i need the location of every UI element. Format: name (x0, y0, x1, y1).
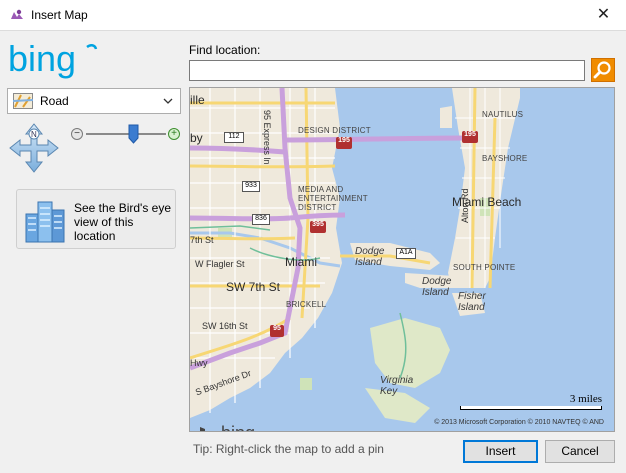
buildings-icon (25, 201, 65, 243)
map-label-w-flagler: W Flagler St (195, 259, 245, 269)
map-label-hwy: Hwy (190, 358, 208, 368)
zoom-in-button[interactable]: + (168, 128, 180, 140)
map-label-by: by (190, 131, 203, 145)
map-label-bayshore: BAYSHORE (482, 154, 528, 163)
find-location-label: Find location: (189, 43, 261, 57)
map-label-ille: ille (190, 93, 205, 107)
map-label-nautilus: NAUTILUS (482, 110, 524, 119)
title-bar: Insert Map ✕ (0, 0, 626, 31)
shield-836: 836 (252, 214, 270, 225)
search-icon (593, 61, 611, 79)
map-scale-label: 3 miles (569, 393, 602, 405)
cancel-button[interactable]: Cancel (545, 440, 615, 463)
map-label-dodge-island-1: Dodge Island (355, 246, 385, 268)
close-button[interactable]: ✕ (581, 0, 626, 30)
shield-195a: 195 (336, 137, 352, 149)
shield-112: 112 (224, 132, 244, 143)
birds-eye-button[interactable]: See the Bird's eye view of this location (16, 189, 176, 249)
shield-a1a: A1A (396, 248, 416, 259)
find-location-input[interactable] (189, 60, 585, 81)
window-title: Insert Map (31, 8, 88, 22)
map-pin-icon (11, 9, 23, 19)
svg-text:bing: bing (8, 41, 76, 79)
map-style-value: Road (40, 94, 69, 108)
map-label-alton-rd: Alton Rd (460, 188, 470, 223)
map-label-miami: Miami (285, 255, 317, 269)
zoom-slider-thumb[interactable] (128, 124, 139, 144)
pan-control[interactable]: N (8, 122, 60, 174)
map-label-dodge-island-2: Dodge Island (422, 276, 452, 298)
map-style-dropdown[interactable]: Road (7, 88, 181, 114)
birds-eye-label: See the Bird's eye view of this location (74, 201, 172, 243)
map-label-brickell: BRICKELL (286, 300, 327, 309)
map-view[interactable]: ille 95 Express ln by DESIGN DISTRICT ME… (189, 87, 615, 432)
map-label-virginia-key: Virginia Key (380, 375, 414, 397)
chevron-down-icon (163, 98, 173, 104)
map-label-sw-16th: SW 16th St (202, 321, 248, 331)
map-label-sw-7th: SW 7th St (226, 280, 281, 294)
search-button[interactable] (591, 58, 615, 82)
tip-text: Tip: Right-click the map to add a pin (193, 442, 384, 456)
map-label-7th-st: 7th St (190, 235, 214, 245)
insert-button[interactable]: Insert (463, 440, 538, 463)
left-panel: bing Road N − + See the Bird's eye view … (0, 31, 188, 473)
bing-logo: bing (8, 41, 98, 79)
shield-933: 933 (242, 181, 260, 192)
map-bing-text: bing (221, 423, 255, 431)
svg-text:N: N (31, 130, 37, 139)
map-label-media-district: MEDIA AND ENTERTAINMENT DISTRICT (298, 185, 368, 212)
zoom-out-button[interactable]: − (71, 128, 83, 140)
zoom-slider-track[interactable] (86, 133, 166, 135)
map-label-expressway: 95 Express ln (262, 110, 272, 165)
shield-195b: 195 (462, 131, 478, 143)
shield-395: 395 (310, 221, 326, 233)
map-label-south-pointe: SOUTH POINTE (453, 263, 516, 272)
shield-95: 95 (270, 325, 284, 337)
map-scale-bar (460, 406, 602, 410)
map-label-design-district: DESIGN DISTRICT (298, 126, 371, 135)
road-map-icon (13, 93, 33, 109)
map-label-fisher-island: Fisher Island (458, 291, 486, 313)
map-copyright: © 2013 Microsoft Corporation © 2010 NAVT… (434, 419, 604, 426)
